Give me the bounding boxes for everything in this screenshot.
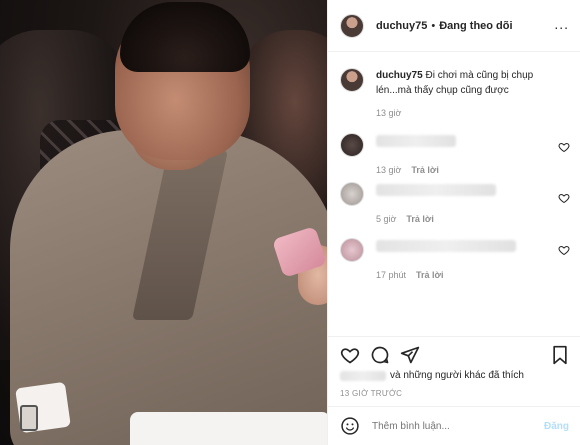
header-username[interactable]: duchuy75 xyxy=(376,20,427,32)
comment-icon[interactable] xyxy=(370,345,390,365)
heart-icon[interactable] xyxy=(340,345,360,365)
more-options-icon[interactable]: ... xyxy=(554,17,569,31)
emoji-icon[interactable] xyxy=(340,416,360,436)
comment-item: 17 phút Trả lời xyxy=(340,238,570,280)
share-icon[interactable] xyxy=(400,345,420,365)
bookmark-icon[interactable] xyxy=(551,345,569,365)
post-photo[interactable] xyxy=(0,0,327,445)
reply-button[interactable]: Trả lời xyxy=(416,270,443,280)
post-timestamp: 13 GIỜ TRƯỚC xyxy=(340,389,403,398)
comment-meta: 5 giờ Trả lời xyxy=(376,214,570,224)
white-table xyxy=(130,412,327,445)
likes-summary[interactable]: và những người khác đã thích xyxy=(340,370,524,381)
commenter-avatar[interactable] xyxy=(340,238,364,262)
post-side-panel: duchuy75 • Đang theo dõi ... duchuy75 Đi… xyxy=(327,0,580,445)
blurred-comment xyxy=(376,240,516,252)
commenter-avatar[interactable] xyxy=(340,182,364,206)
wristwatch xyxy=(20,405,38,431)
comment-item: 5 giờ Trả lời xyxy=(340,182,570,224)
add-comment-bar: Đăng xyxy=(328,406,580,445)
comment-input[interactable] xyxy=(372,420,522,432)
follow-status-button[interactable]: Đang theo dõi xyxy=(439,20,512,32)
blurred-comment xyxy=(376,135,456,147)
like-comment-heart-icon[interactable] xyxy=(558,244,570,256)
caption-time[interactable]: 13 giờ xyxy=(376,108,570,118)
comment-time[interactable]: 17 phút xyxy=(376,270,406,280)
comment-time[interactable]: 5 giờ xyxy=(376,214,396,224)
caption-text: duchuy75 Đi chơi mà cũng bị chụp lén...m… xyxy=(376,68,570,98)
caption-username[interactable]: duchuy75 xyxy=(376,70,423,81)
comment-meta: 13 giờ Trả lời xyxy=(376,165,570,175)
avatar[interactable] xyxy=(340,68,364,92)
post-actions: và những người khác đã thích 13 GIỜ TRƯỚ… xyxy=(328,336,580,406)
likes-text: và những người khác đã thích xyxy=(390,370,524,381)
comment-meta: 17 phút Trả lời xyxy=(376,270,570,280)
separator-dot: • xyxy=(431,19,436,32)
like-comment-heart-icon[interactable] xyxy=(558,192,570,204)
blurred-liker-name xyxy=(340,370,386,381)
post-comment-button[interactable]: Đăng xyxy=(544,421,569,432)
commenter-avatar[interactable] xyxy=(340,133,364,157)
like-comment-heart-icon[interactable] xyxy=(558,141,570,153)
blurred-comment xyxy=(376,184,496,196)
avatar[interactable] xyxy=(340,13,364,38)
action-icons xyxy=(340,345,420,365)
man-hair xyxy=(120,2,250,72)
comment-item: 13 giờ Trả lời xyxy=(340,133,570,175)
comment-time[interactable]: 13 giờ xyxy=(376,165,401,175)
post-header: duchuy75 • Đang theo dõi ... xyxy=(328,0,580,52)
caption: duchuy75 Đi chơi mà cũng bị chụp lén...m… xyxy=(340,68,570,118)
reply-button[interactable]: Trả lời xyxy=(411,165,438,175)
reply-button[interactable]: Trả lời xyxy=(406,214,433,224)
